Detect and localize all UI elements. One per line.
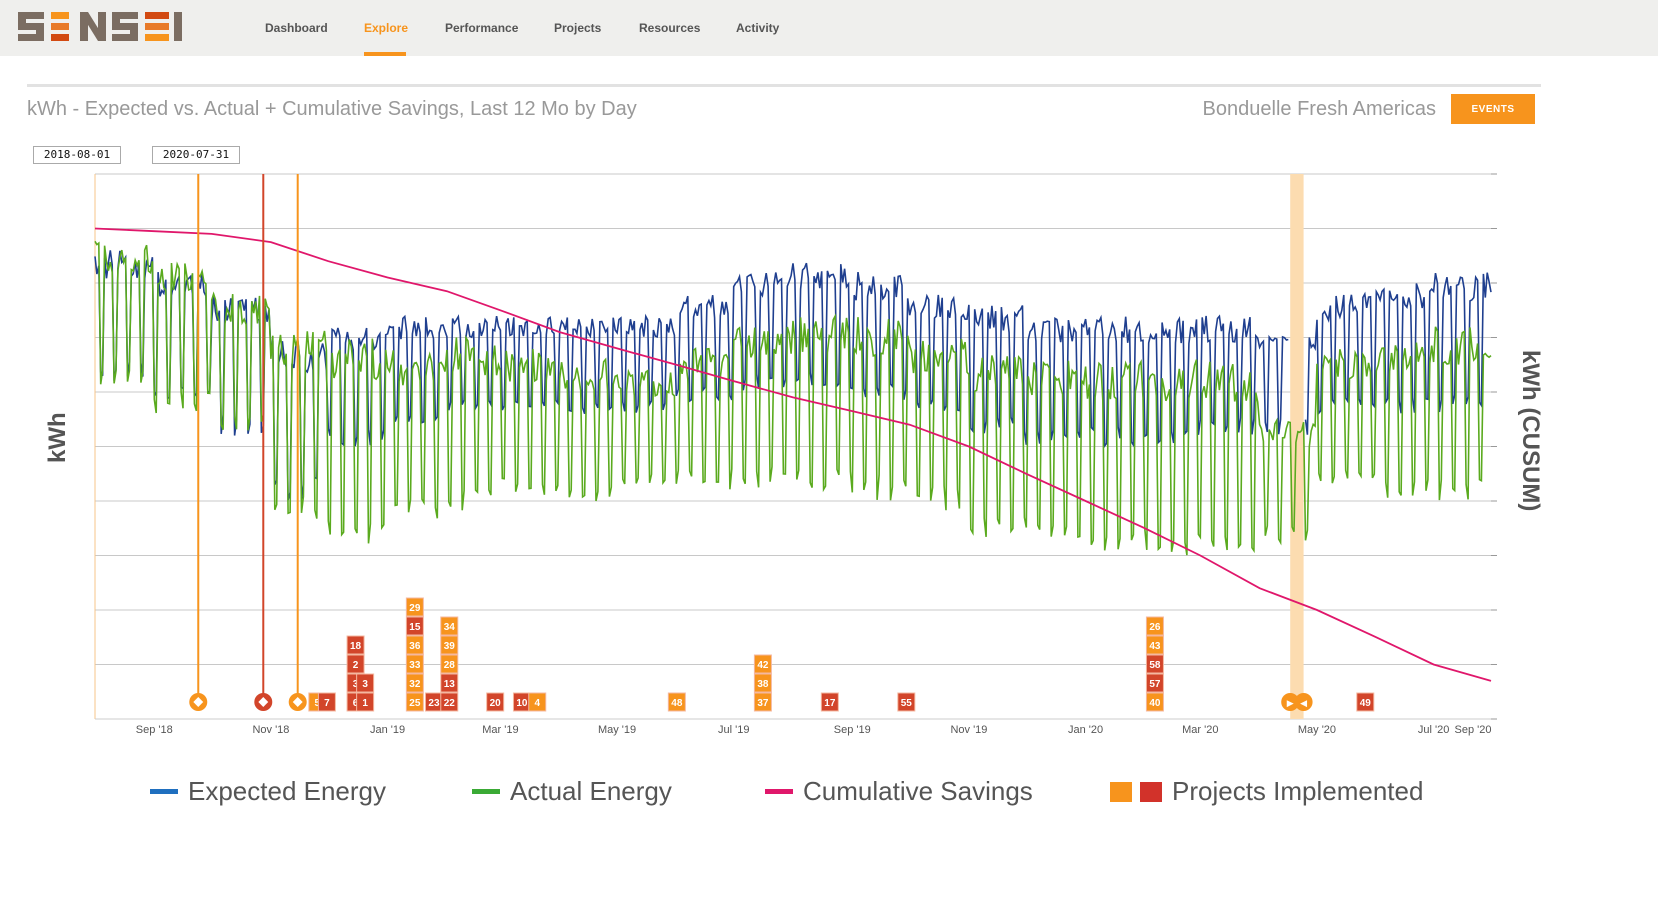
project-marker[interactable]: 20	[486, 692, 505, 712]
project-id: 2	[353, 660, 359, 671]
project-id: 34	[444, 622, 456, 633]
project-id: 43	[1149, 641, 1161, 652]
legend-swatch	[150, 789, 178, 794]
legend-swatch	[765, 789, 793, 794]
arrow-icon: ▶	[1287, 698, 1294, 708]
project-id: 40	[1149, 698, 1161, 709]
project-marker[interactable]: 22	[440, 692, 459, 712]
legend-actual[interactable]: Actual Energy	[472, 776, 672, 807]
project-marker[interactable]: 15	[405, 616, 424, 636]
x-tick-label: May '19	[598, 724, 636, 736]
legend-swatch-red	[1140, 781, 1162, 802]
project-marker[interactable]: 3	[356, 673, 375, 693]
project-id: 29	[409, 603, 421, 614]
project-marker[interactable]: 23	[424, 692, 443, 712]
project-id: 1	[362, 698, 368, 709]
project-id: 20	[490, 698, 502, 709]
project-id: 38	[757, 679, 769, 690]
legend-label: Expected Energy	[188, 776, 387, 806]
project-id: 39	[444, 641, 456, 652]
event-band	[1290, 174, 1304, 719]
project-marker[interactable]: 34	[440, 616, 459, 636]
project-id: 3	[362, 679, 368, 690]
project-marker[interactable]: 2	[346, 654, 365, 674]
project-marker[interactable]: 25	[405, 692, 424, 712]
x-tick-label: Nov '19	[950, 724, 987, 736]
legend-label: Cumulative Savings	[803, 776, 1033, 806]
project-id: 18	[350, 641, 362, 652]
project-id: 26	[1149, 622, 1161, 633]
project-marker[interactable]: 49	[1356, 692, 1375, 712]
x-tick-label: Sep '20	[1455, 724, 1492, 736]
project-id: 13	[444, 679, 456, 690]
project-id: 7	[324, 698, 330, 709]
project-id: 57	[1149, 679, 1161, 690]
legend-cusum[interactable]: Cumulative Savings	[765, 776, 1033, 807]
project-id: 15	[409, 622, 421, 633]
project-marker[interactable]: 57	[1145, 673, 1164, 693]
project-id: 58	[1149, 660, 1161, 671]
x-tick-label: Sep '18	[136, 724, 173, 736]
project-marker[interactable]: 28	[440, 654, 459, 674]
x-tick-label: Jul '20	[1418, 724, 1449, 736]
project-id: 32	[409, 679, 421, 690]
project-marker[interactable]: 39	[440, 635, 459, 655]
project-marker[interactable]: 10	[512, 692, 531, 712]
project-marker[interactable]: 48	[667, 692, 686, 712]
project-marker[interactable]: 36	[405, 635, 424, 655]
project-marker[interactable]: 37	[753, 692, 772, 712]
project-id: 33	[409, 660, 421, 671]
project-id: 17	[824, 698, 836, 709]
project-marker[interactable]: 7	[317, 692, 336, 712]
project-marker[interactable]: 13	[440, 673, 459, 693]
project-id: 4	[534, 698, 540, 709]
project-id: 49	[1360, 698, 1372, 709]
project-marker[interactable]: 26	[1145, 616, 1164, 636]
legend-expected[interactable]: Expected Energy	[150, 776, 386, 807]
arrow-icon: ◀	[1300, 698, 1307, 708]
project-id: 42	[757, 660, 769, 671]
project-marker[interactable]: 4	[528, 692, 547, 712]
x-tick-label: Nov '18	[252, 724, 289, 736]
project-id: 25	[409, 698, 421, 709]
project-id: 48	[671, 698, 683, 709]
x-tick-label: Jan '19	[370, 724, 405, 736]
project-marker[interactable]: 32	[405, 673, 424, 693]
x-tick-label: Sep '19	[834, 724, 871, 736]
project-marker[interactable]: 29	[405, 597, 424, 617]
legend-label: Actual Energy	[510, 776, 672, 806]
project-marker[interactable]: 43	[1145, 635, 1164, 655]
legend-swatch-orange	[1110, 781, 1132, 802]
x-tick-label: Mar '20	[1182, 724, 1218, 736]
project-marker[interactable]: 55	[897, 692, 916, 712]
legend-projects[interactable]: Projects Implemented	[1110, 776, 1423, 807]
project-marker[interactable]: 38	[753, 673, 772, 693]
x-tick-label: Jan '20	[1068, 724, 1103, 736]
legend-swatch	[472, 789, 500, 794]
x-tick-label: Jul '19	[718, 724, 749, 736]
x-tick-label: Mar '19	[482, 724, 518, 736]
project-id: 23	[428, 698, 440, 709]
legend-label: Projects Implemented	[1172, 776, 1424, 806]
project-id: 28	[444, 660, 456, 671]
project-id: 55	[901, 698, 913, 709]
project-id: 22	[444, 698, 456, 709]
x-tick-label: May '20	[1298, 724, 1336, 736]
project-id: 10	[516, 698, 528, 709]
project-id: 37	[757, 698, 769, 709]
project-id: 36	[409, 641, 421, 652]
project-marker[interactable]: 42	[753, 654, 772, 674]
energy-chart: Sep '18 Nov '18 Jan '19 Mar '19 May '19 Jul '…	[94, 173, 1497, 736]
project-marker[interactable]: 40	[1145, 692, 1164, 712]
project-marker[interactable]: 33	[405, 654, 424, 674]
project-marker[interactable]: 58	[1145, 654, 1164, 674]
project-marker[interactable]: 1	[356, 692, 375, 712]
project-marker[interactable]: 17	[820, 692, 839, 712]
project-marker[interactable]: 18	[346, 635, 365, 655]
